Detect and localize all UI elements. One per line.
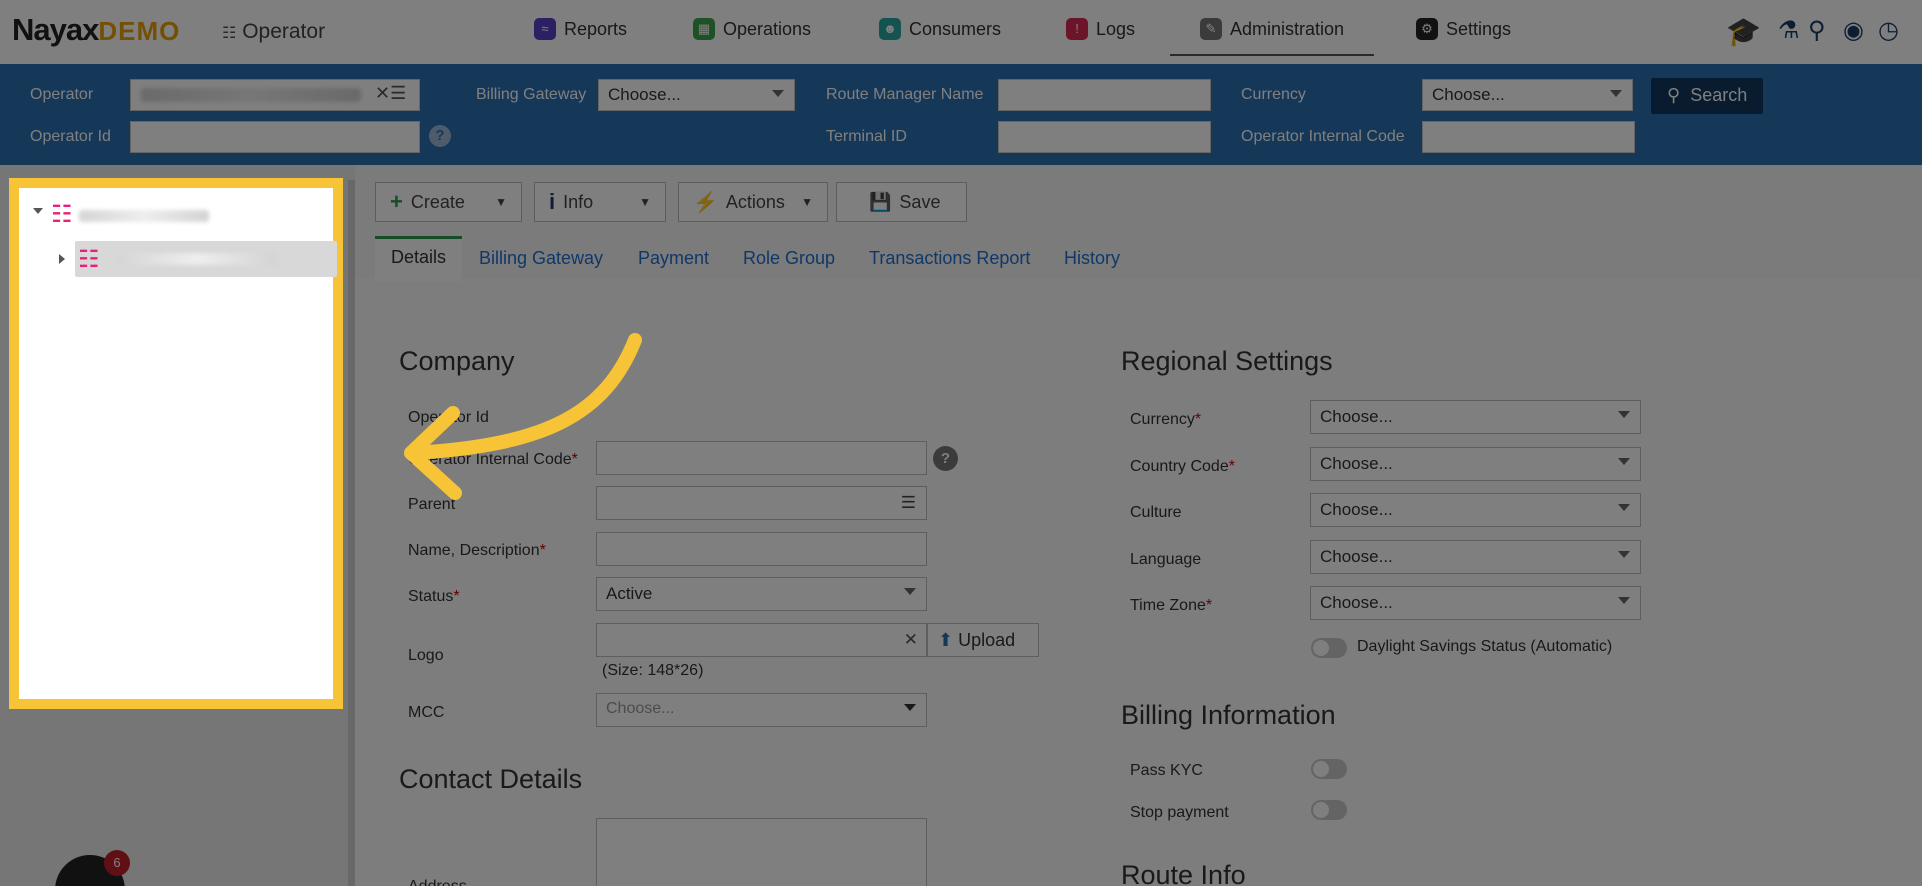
collapse-arrow-icon[interactable] [59, 254, 65, 264]
operator-tree-highlight: ☷ ☷ [9, 178, 343, 709]
expand-arrow-icon[interactable] [33, 208, 43, 214]
tree-root-operator[interactable] [79, 210, 209, 222]
pointer-arrow-icon [404, 333, 642, 500]
org-hierarchy-icon: ☷ [51, 201, 73, 228]
org-hierarchy-icon: ☷ [78, 246, 100, 273]
blurred-child-name [117, 253, 277, 265]
tree-child-operator[interactable]: ☷ [59, 241, 337, 277]
